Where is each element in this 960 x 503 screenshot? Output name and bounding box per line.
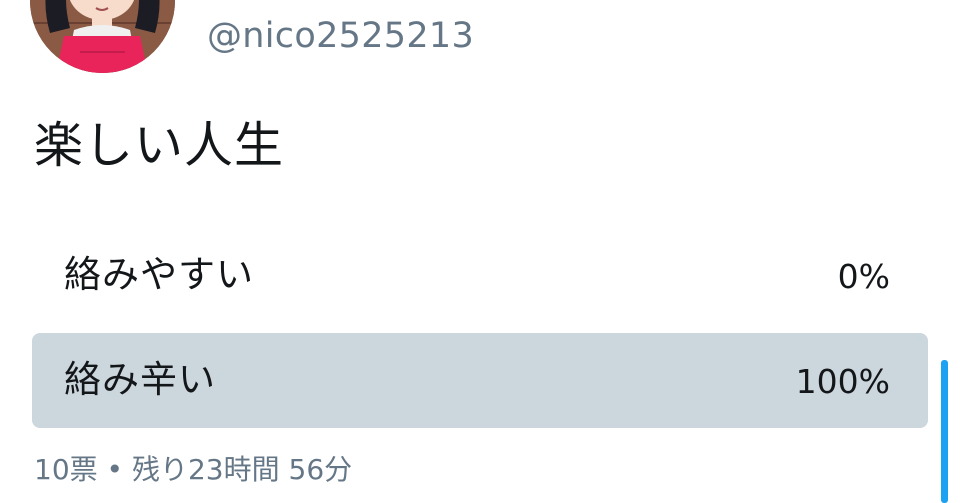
poll-option: 絡みやすい 0% [32,228,928,323]
user-avatar[interactable] [30,0,175,73]
poll-option-label: 絡みやすい [64,253,254,296]
tweet-text: 楽しい人生 [34,117,285,174]
poll-separator: • [106,453,124,486]
poll-time-remaining: 残り23時間 56分 [131,453,353,486]
scrollbar[interactable] [941,360,948,503]
poll-option: 絡み辛い 100% [32,333,928,428]
poll-vote-count: 10票 [34,453,98,486]
poll-option-percent: 0% [837,257,890,296]
tweet-card: @nico2525213 楽しい人生 絡みやすい 0% 絡み辛い 100% 10… [0,0,960,503]
poll-option-percent: 100% [795,362,890,401]
user-handle[interactable]: @nico2525213 [207,14,474,58]
poll-meta: 10票 • 残り23時間 56分 [34,450,352,490]
poll-option-label: 絡み辛い [64,358,216,401]
avatar-illustration [30,0,175,73]
